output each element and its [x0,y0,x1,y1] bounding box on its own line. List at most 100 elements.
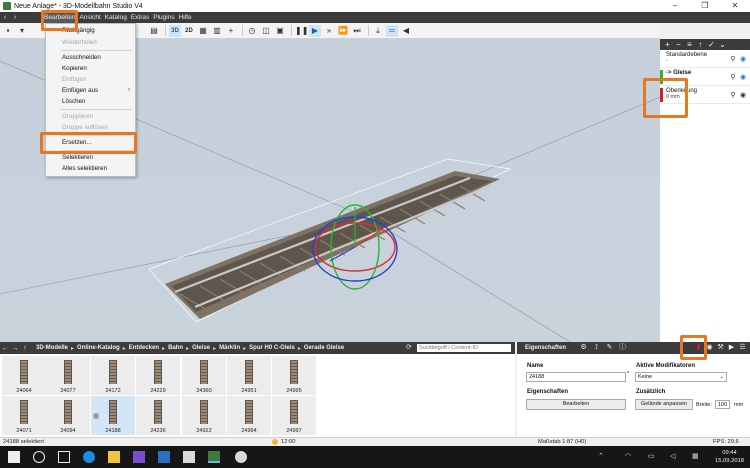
eye-icon[interactable]: ◉ [738,91,748,99]
up-icon[interactable]: ↑ [20,345,30,352]
menu-item-ungroup[interactable]: Gruppe auflösen [62,124,108,131]
track-icon[interactable]: ═ [386,24,398,37]
menu-katalog[interactable]: Katalog [103,12,129,23]
breadcrumb-bahn[interactable]: Bahn [168,345,183,351]
move-up-icon[interactable]: ↑ [695,39,706,50]
catalog-tile[interactable]: 24077 [46,356,90,395]
back-icon[interactable]: ‹ [0,12,10,23]
breadcrumb-3d-modelle[interactable]: 3D-Modelle [36,345,68,351]
catalog-tile[interactable]: 24064 [2,356,46,395]
gear-icon[interactable]: ⚙ [577,342,590,354]
explorer-icon[interactable] [108,451,120,463]
catalog-search-input[interactable] [417,344,511,352]
modellbahn-app-icon[interactable] [208,451,220,463]
check-icon[interactable]: ✓ [706,39,717,50]
catalog-tile[interactable]: 24094 [46,396,90,435]
catalog-tile[interactable]: 24995 [272,356,316,395]
menu-item-cut[interactable]: Ausschneiden [62,54,101,61]
breadcrumb-online-katalog[interactable]: Online-Katalog [77,345,120,351]
tree-icon[interactable]: ⟟ [590,342,603,354]
breadcrumb-maerklin[interactable]: Märklin [219,345,240,351]
view-3d-button[interactable]: 3D [169,24,181,37]
catalog-tile[interactable]: 24236 [136,396,180,435]
mail-icon[interactable] [158,451,170,463]
edge-icon[interactable] [83,451,95,463]
minimize-icon[interactable]: – [660,0,690,12]
menu-ansicht[interactable]: Ansicht [77,12,102,23]
task-view-icon[interactable] [58,451,70,463]
maximize-icon[interactable]: ❐ [690,0,720,12]
name-field[interactable] [526,372,626,382]
ruler-icon[interactable]: ▥ [211,25,223,37]
catalog-tile[interactable]: 24994 [227,396,271,435]
catalog-tile[interactable]: 24997 [272,396,316,435]
save-icon[interactable]: ▪ [2,25,14,37]
info-icon[interactable]: ⓘ [616,342,629,354]
paint-icon[interactable]: ✎ [603,342,616,354]
system-clock[interactable]: 09:44 15.09.2018 [715,449,744,465]
faster-forward-icon[interactable]: ⏩ [337,25,349,37]
breadcrumb-gleise[interactable]: Gleise [192,345,210,351]
edit-button[interactable]: Bearbeiten [526,399,626,410]
expand-icon[interactable]: ⌄ [717,39,728,50]
windows-start-icon[interactable] [8,451,20,463]
breadcrumb-gerade-gleise[interactable]: Gerade Gleise [304,345,344,351]
menu-plugins[interactable]: Plugins [151,12,176,23]
grid-icon[interactable]: ▦ [197,25,209,37]
sound-icon[interactable]: ◀ [400,25,412,37]
pause-icon[interactable]: ❚❚ [295,25,308,37]
hamburger-icon[interactable]: ☰ [737,342,748,354]
catalog-tile[interactable]: 24071 [2,396,46,435]
view-2d-button[interactable]: 2D [183,25,195,37]
pin-icon[interactable]: ⚲ [728,91,738,99]
menu-item-copy[interactable]: Kopieren [62,65,87,72]
play-icon[interactable]: ▶ [726,342,737,354]
keyboard-icon[interactable]: ▦ [692,452,699,460]
app-icon[interactable] [235,451,247,463]
volume-icon[interactable]: ◁ [670,452,675,460]
fastest-forward-icon[interactable]: ⏭ [351,25,363,37]
forward-icon[interactable]: › [10,12,20,23]
dropdown-icon[interactable]: ▾ [16,25,28,37]
copy-view-icon[interactable]: ▤ [148,25,160,37]
modifiers-select[interactable]: Keine ⌄ [635,372,727,382]
search-icon[interactable] [33,451,45,463]
pin-icon[interactable]: ⚲ [728,55,738,63]
layer-standardebene[interactable]: Standardebene - ⚲ ◉ [660,50,750,68]
pin-icon[interactable]: ⚲ [728,73,738,81]
wrench-icon[interactable]: ⚒ [715,342,726,354]
catalog-tile[interactable]: 24360 [182,356,226,395]
menu-item-redo[interactable]: Wiederholen [62,39,97,46]
menu-item-group[interactable]: Gruppieren [62,113,93,120]
download-icon[interactable]: ⤓ [372,25,384,37]
catalog-tile[interactable]: 24951 [227,356,271,395]
eye-icon[interactable]: ◉ [738,55,748,63]
browser-icon[interactable] [183,451,195,463]
breadcrumb-spur-h0[interactable]: Spur H0 C-Gleis [249,345,295,351]
menu-hilfe[interactable]: Hilfe [177,12,194,23]
layout-icon[interactable]: ▣ [274,25,286,37]
eye-icon[interactable]: ◉ [738,73,748,81]
wifi-icon[interactable]: ◠ [625,452,631,460]
battery-icon[interactable]: ▭ [648,452,655,460]
store-icon[interactable] [133,451,145,463]
fast-forward-icon[interactable]: » [323,25,335,37]
add-layer-icon[interactable]: + [662,39,673,50]
catalog-tile[interactable]: 24172 [91,356,135,395]
refresh-icon[interactable]: ⟳ [406,342,412,354]
clock-icon[interactable]: ◷ [246,25,258,37]
terrain-button[interactable]: Gelände anpassen [635,399,693,410]
edit-layer-icon[interactable]: ≡ [684,39,695,50]
timer-icon[interactable]: ◫ [260,25,272,37]
play-icon[interactable]: ▶ [309,24,321,37]
menu-extras[interactable]: Extras [129,12,151,23]
menu-item-paste[interactable]: Einfügen [62,76,86,83]
menu-item-select[interactable]: Selektieren [62,154,93,161]
back-icon[interactable]: ← [0,345,10,352]
breadcrumb-entdecken[interactable]: Entdecken [129,345,159,351]
plus-icon[interactable]: + [225,25,237,37]
close-icon[interactable]: ✕ [720,0,750,12]
forward-icon[interactable]: → [10,345,20,352]
menu-item-delete[interactable]: Löschen [62,98,85,105]
menu-item-paste-from[interactable]: Einfügen aus [62,87,98,94]
